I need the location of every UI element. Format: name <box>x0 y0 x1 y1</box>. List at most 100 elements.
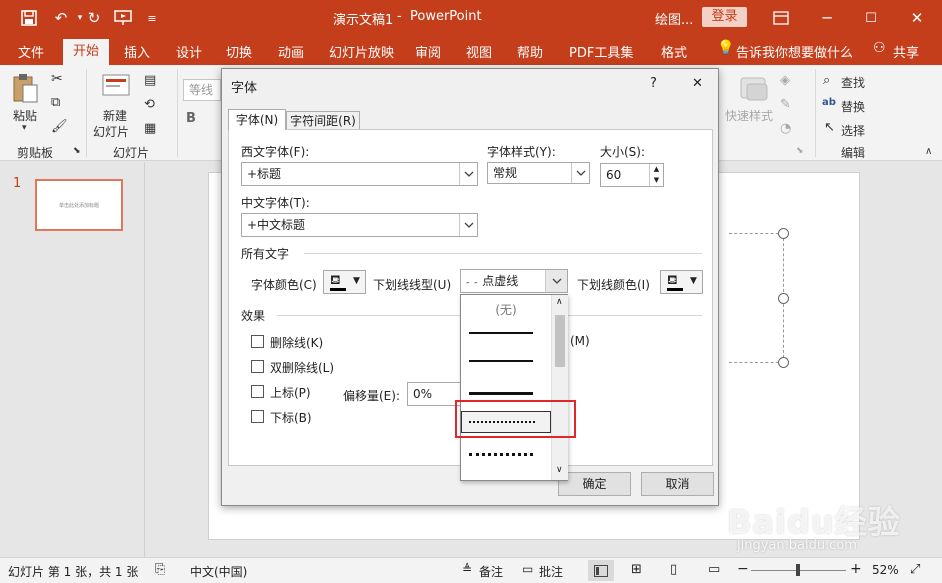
help-icon[interactable]: ? <box>650 76 657 91</box>
chevron-down-icon[interactable] <box>459 163 477 185</box>
dropdown-scrollbar[interactable]: ∧ ∨ <box>551 295 568 480</box>
paste-icon[interactable] <box>10 73 40 105</box>
shape-fill-icon[interactable]: ◈ <box>780 73 790 88</box>
tab-character-spacing[interactable]: 字符间距(R) <box>286 111 360 130</box>
resize-handle[interactable] <box>778 357 789 368</box>
tab-transitions[interactable]: 切换 <box>226 42 252 61</box>
tab-font[interactable]: 字体(N) <box>228 109 286 130</box>
underline-none-option[interactable]: (无) <box>461 301 551 318</box>
fit-to-window-icon[interactable]: ⤢ <box>910 562 920 577</box>
slide-thumbnail[interactable]: 单击此处添加标题 <box>35 179 123 231</box>
cancel-button[interactable]: 取消 <box>641 472 714 496</box>
drawing-launcher-icon[interactable]: ⬊ <box>796 146 804 156</box>
tab-review[interactable]: 审阅 <box>415 42 441 61</box>
slideshow-icon[interactable]: ▭ <box>708 562 720 577</box>
new-slide-icon[interactable] <box>101 71 131 101</box>
new-slide-label-1[interactable]: 新建 <box>103 107 127 124</box>
save-icon[interactable] <box>19 8 39 28</box>
ok-button[interactable]: 确定 <box>558 472 631 496</box>
tab-insert[interactable]: 插入 <box>124 42 150 61</box>
underline-double-option[interactable] <box>469 360 533 362</box>
reading-view-icon[interactable]: ▯ <box>670 562 677 577</box>
copy-icon[interactable]: ⧉ <box>51 95 60 110</box>
resize-handle[interactable] <box>778 228 789 239</box>
scroll-down-icon[interactable]: ∨ <box>556 465 563 475</box>
reset-icon[interactable]: ⟲ <box>144 97 155 112</box>
font-color-picker[interactable]: ⛾ ▼ <box>323 270 366 294</box>
minimize-icon[interactable]: ─ <box>817 8 837 28</box>
new-slide-label-2[interactable]: 幻灯片 <box>93 123 129 140</box>
double-strikethrough-checkbox[interactable] <box>251 360 264 373</box>
western-font-select[interactable]: +标题 <box>241 162 478 186</box>
paste-dropdown-icon[interactable]: ▾ <box>22 123 27 133</box>
notes-icon[interactable]: ≜ <box>462 562 472 576</box>
quick-styles-button[interactable]: 快速样式 <box>725 107 773 124</box>
font-style-select[interactable]: 常规 <box>487 162 590 184</box>
chinese-font-select[interactable]: +中文标题 <box>241 213 478 237</box>
tab-home[interactable]: 开始 <box>63 39 109 65</box>
chevron-down-icon[interactable] <box>545 270 567 292</box>
subscript-checkbox[interactable] <box>251 410 264 423</box>
zoom-slider-thumb[interactable] <box>796 564 800 576</box>
tab-file[interactable]: 文件 <box>18 42 44 61</box>
format-painter-icon[interactable]: 🖌 <box>51 119 68 134</box>
tab-design[interactable]: 设计 <box>176 42 202 61</box>
section-icon[interactable]: ▦ <box>144 121 156 136</box>
login-button[interactable]: 登录 <box>702 7 747 27</box>
redo-icon[interactable]: ↻ <box>84 8 104 28</box>
scrollbar-thumb[interactable] <box>555 315 565 367</box>
superscript-checkbox[interactable] <box>251 385 264 398</box>
clipboard-launcher-icon[interactable]: ⬊ <box>73 146 81 156</box>
underline-thick-dotted-option[interactable] <box>469 453 533 456</box>
underline-color-label: 下划线颜色(I) <box>577 278 650 292</box>
scroll-up-icon[interactable]: ∧ <box>556 297 563 307</box>
normal-view-icon[interactable] <box>588 560 614 581</box>
cut-icon[interactable]: ✂ <box>51 71 63 87</box>
underline-thick-option[interactable] <box>469 392 533 395</box>
close-dialog-icon[interactable]: ✕ <box>692 76 703 91</box>
replace-button[interactable]: 替换 <box>841 98 865 115</box>
chevron-down-icon[interactable] <box>459 214 477 236</box>
paste-button[interactable]: 粘贴 <box>13 107 37 124</box>
slide-sorter-icon[interactable]: ⊞ <box>631 562 642 577</box>
tab-view[interactable]: 视图 <box>466 42 492 61</box>
resize-handle[interactable] <box>778 293 789 304</box>
select-button[interactable]: 选择 <box>841 122 865 139</box>
notes-button[interactable]: 备注 <box>479 563 503 580</box>
zoom-out-button[interactable]: − <box>737 561 749 577</box>
quick-styles-icon[interactable] <box>738 75 772 105</box>
layout-icon[interactable]: ▤ <box>144 73 156 88</box>
ribbon-display-options-icon[interactable] <box>771 8 791 28</box>
share-button[interactable]: 共享 <box>893 42 919 61</box>
comments-icon[interactable]: ▭ <box>522 562 533 576</box>
shape-outline-icon[interactable]: ✎ <box>780 97 791 112</box>
tab-format[interactable]: 格式 <box>661 42 687 61</box>
underline-single-option[interactable] <box>469 332 533 334</box>
size-spinner-icon[interactable]: ▲ ▼ <box>649 164 663 186</box>
bold-icon[interactable]: B <box>186 111 196 126</box>
tab-help[interactable]: 帮助 <box>517 42 543 61</box>
tell-me-box[interactable]: 告诉我你想要做什么 <box>736 42 853 61</box>
present-from-start-icon[interactable] <box>113 8 133 28</box>
maximize-icon[interactable]: ☐ <box>861 8 881 28</box>
undo-icon[interactable]: ↶ <box>51 8 71 28</box>
language-indicator[interactable]: 中文(中国) <box>190 563 247 580</box>
zoom-level[interactable]: 52% <box>872 563 899 577</box>
find-button[interactable]: 查找 <box>841 74 865 91</box>
tab-slideshow[interactable]: 幻灯片放映 <box>329 42 394 61</box>
strikethrough-checkbox[interactable] <box>251 335 264 348</box>
underline-style-select[interactable]: - - 点虚线 <box>460 269 568 293</box>
underline-color-picker[interactable]: ⛾ ▼ <box>660 270 703 294</box>
chevron-down-icon[interactable] <box>571 163 589 183</box>
close-window-icon[interactable]: ✕ <box>907 8 927 28</box>
tab-pdf-tools[interactable]: PDF工具集 <box>569 42 633 61</box>
font-name-box[interactable]: 等线 <box>183 79 221 101</box>
collapse-ribbon-icon[interactable]: ∧ <box>925 146 932 157</box>
tab-animations[interactable]: 动画 <box>278 42 304 61</box>
spellcheck-icon[interactable]: ⎘ <box>155 562 165 577</box>
comments-button[interactable]: 批注 <box>539 563 563 580</box>
customize-qat-icon[interactable]: ≡ <box>142 8 162 28</box>
zoom-in-button[interactable]: + <box>850 561 862 577</box>
shape-effects-icon[interactable]: ◔ <box>780 121 791 136</box>
font-size-input[interactable]: 60 ▲ ▼ <box>600 163 664 187</box>
